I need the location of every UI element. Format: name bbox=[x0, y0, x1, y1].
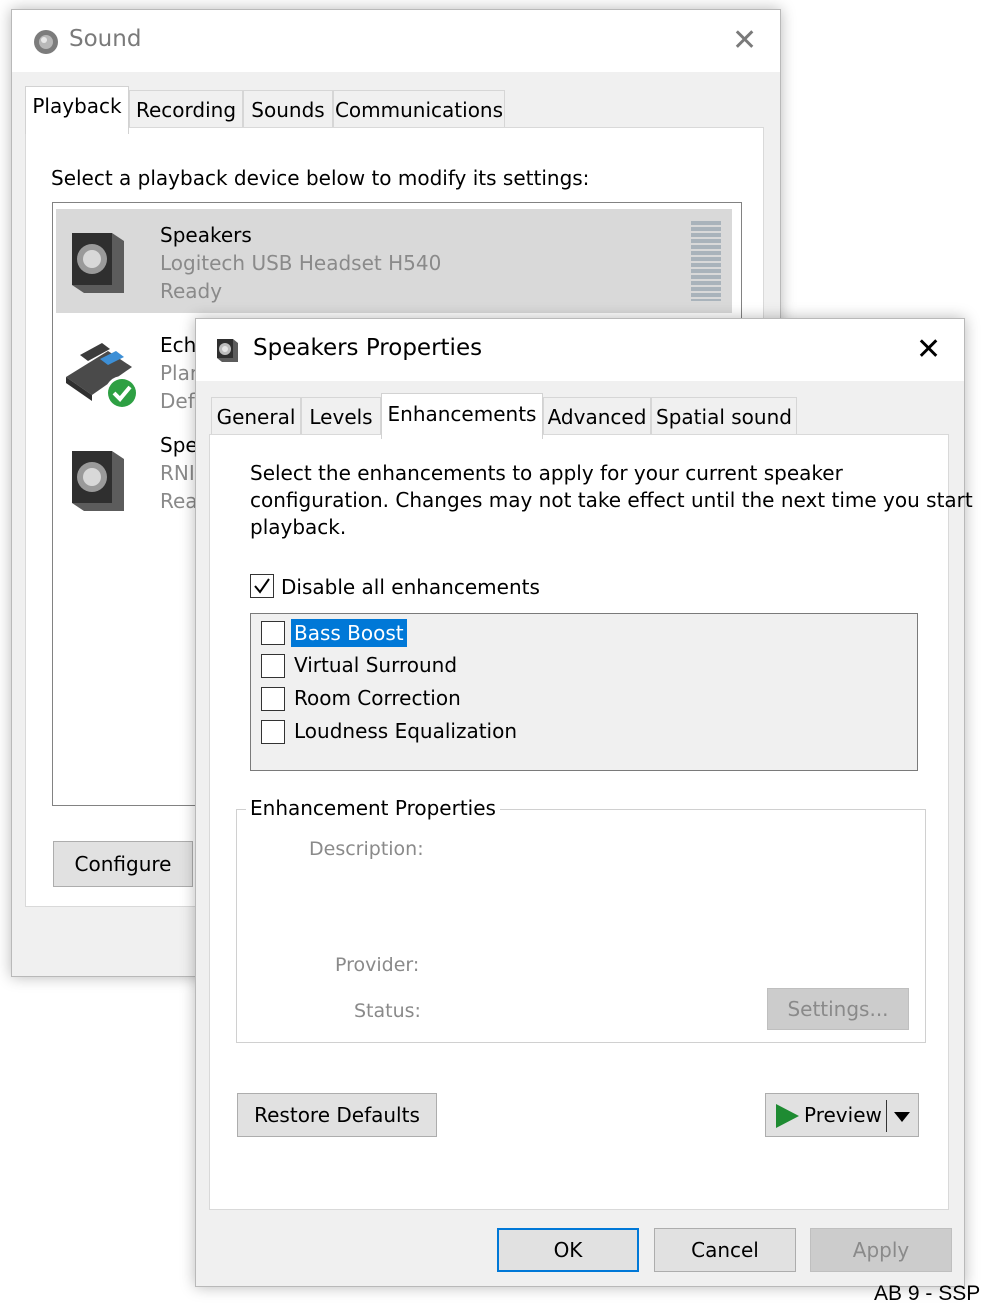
footer-caption: AB 9 - SSP bbox=[874, 1282, 981, 1305]
room-correction-checkbox[interactable] bbox=[261, 687, 285, 711]
device-status: Ready bbox=[160, 279, 223, 303]
properties-titlebar: Speakers Properties ✕ bbox=[196, 319, 964, 381]
speakers-properties-window: Speakers Properties ✕ General Levels Enh… bbox=[195, 318, 973, 1287]
tab-spatial-sound[interactable]: Spatial sound bbox=[651, 397, 797, 435]
speaker-device-icon bbox=[72, 233, 124, 293]
sound-close-button[interactable]: ✕ bbox=[732, 26, 757, 56]
cancel-button[interactable]: Cancel bbox=[654, 1228, 796, 1272]
status-label: Status: bbox=[354, 1000, 421, 1022]
provider-label: Provider: bbox=[335, 954, 420, 976]
checkmark-icon bbox=[254, 578, 270, 594]
disable-all-checkbox[interactable] bbox=[250, 574, 274, 598]
device-model: RNI bbox=[160, 461, 195, 485]
level-meter bbox=[691, 221, 721, 301]
restore-defaults-button[interactable]: Restore Defaults bbox=[237, 1093, 437, 1137]
description-label: Description: bbox=[309, 838, 424, 860]
dropdown-arrow-icon[interactable] bbox=[892, 1110, 912, 1124]
configure-button[interactable]: Configure bbox=[53, 841, 193, 887]
virtual-surround-label[interactable]: Virtual Surround bbox=[294, 653, 457, 677]
tab-general[interactable]: General bbox=[211, 397, 301, 435]
play-icon bbox=[776, 1104, 799, 1128]
tab-levels[interactable]: Levels bbox=[301, 397, 381, 435]
enhancements-intro-line-2: configuration. Changes may not take effe… bbox=[250, 488, 973, 512]
ok-button[interactable]: OK bbox=[497, 1228, 639, 1272]
bass-boost-label[interactable]: Bass Boost bbox=[291, 619, 407, 647]
properties-window-title: Speakers Properties bbox=[253, 335, 483, 361]
device-model: Logitech USB Headset H540 bbox=[160, 251, 442, 275]
loudness-equalization-checkbox[interactable] bbox=[261, 720, 285, 744]
enhancements-intro-line-1: Select the enhancements to apply for you… bbox=[250, 461, 843, 485]
preview-split-divider bbox=[886, 1100, 887, 1132]
device-status: Def bbox=[160, 389, 195, 413]
loudness-equalization-label[interactable]: Loudness Equalization bbox=[294, 719, 517, 743]
speaker-window-icon bbox=[217, 339, 238, 362]
device-name: Ech bbox=[160, 333, 197, 357]
enhancement-properties-label: Enhancement Properties bbox=[246, 796, 500, 820]
apply-button[interactable]: Apply bbox=[810, 1228, 952, 1272]
sound-window-title: Sound bbox=[69, 26, 142, 52]
enhancement-properties-group: Enhancement Properties Description: Prov… bbox=[236, 796, 926, 1043]
enhancements-panel: Select the enhancements to apply for you… bbox=[209, 434, 973, 1210]
tab-advanced[interactable]: Advanced bbox=[543, 397, 651, 435]
speaker-device-icon bbox=[72, 451, 124, 511]
virtual-surround-checkbox[interactable] bbox=[261, 654, 285, 678]
tab-communications[interactable]: Communications bbox=[333, 90, 505, 128]
device-name: Spe bbox=[160, 433, 198, 457]
sound-titlebar: Sound ✕ bbox=[12, 10, 780, 72]
preview-button[interactable]: Preview bbox=[765, 1093, 919, 1137]
tab-sounds[interactable]: Sounds bbox=[243, 90, 333, 128]
enhancement-list[interactable]: Bass Boost Virtual Surround Room Correct… bbox=[250, 613, 918, 771]
preview-label: Preview bbox=[804, 1103, 882, 1127]
phone-device-icon bbox=[66, 343, 139, 410]
device-name: Speakers bbox=[160, 223, 252, 247]
bass-boost-checkbox[interactable] bbox=[261, 621, 285, 645]
room-correction-label[interactable]: Room Correction bbox=[294, 686, 461, 710]
tab-enhancements[interactable]: Enhancements bbox=[381, 393, 543, 439]
device-item-speakers[interactable]: Speakers Logitech USB Headset H540 Ready bbox=[56, 209, 732, 313]
settings-button[interactable]: Settings... bbox=[767, 988, 909, 1030]
playback-instruction: Select a playback device below to modify… bbox=[51, 166, 590, 190]
tab-recording[interactable]: Recording bbox=[129, 90, 243, 128]
properties-close-button[interactable]: ✕ bbox=[916, 335, 941, 365]
disable-all-label[interactable]: Disable all enhancements bbox=[281, 575, 540, 599]
speaker-app-icon bbox=[34, 30, 58, 54]
tab-playback[interactable]: Playback bbox=[25, 86, 129, 134]
device-status: Rea bbox=[160, 489, 198, 513]
enhancements-intro-line-3: playback. bbox=[250, 515, 347, 539]
